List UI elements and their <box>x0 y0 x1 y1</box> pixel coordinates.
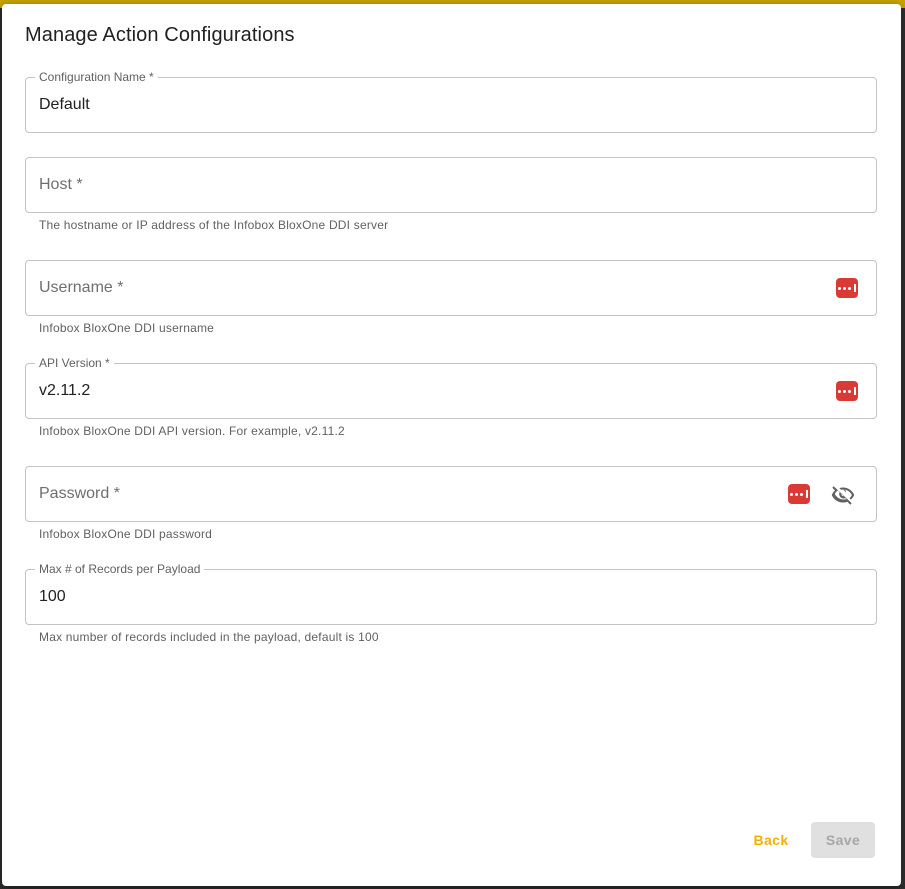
configuration-name-value[interactable]: Default <box>39 96 90 114</box>
manage-action-configurations-dialog: Manage Action Configurations Configurati… <box>2 4 901 886</box>
eye-off-icon[interactable] <box>831 483 855 507</box>
password-field[interactable]: Password * <box>25 466 877 522</box>
configuration-name-label: Configuration Name * <box>35 69 158 85</box>
backdrop-right-edge <box>901 8 905 889</box>
password-helper-text: Infobox BloxOne DDI password <box>39 527 213 541</box>
host-helper-text: The hostname or IP address of the Infobo… <box>39 218 389 232</box>
api-version-field[interactable]: API Version * v2.11.2 <box>25 355 877 419</box>
password-manager-icon[interactable] <box>836 278 858 298</box>
max-records-value[interactable]: 100 <box>39 588 66 606</box>
save-button[interactable]: Save <box>811 822 875 858</box>
username-placeholder: Username * <box>39 279 124 296</box>
configuration-name-field[interactable]: Configuration Name * Default <box>25 69 877 133</box>
host-field[interactable]: Host * <box>25 157 877 213</box>
max-records-field[interactable]: Max # of Records per Payload 100 <box>25 561 877 625</box>
password-manager-icon[interactable] <box>788 484 810 504</box>
api-version-value[interactable]: v2.11.2 <box>39 382 90 400</box>
host-placeholder: Host * <box>39 176 83 193</box>
api-version-helper-text: Infobox BloxOne DDI API version. For exa… <box>39 424 345 438</box>
password-placeholder: Password * <box>39 485 120 502</box>
back-button[interactable]: Back <box>741 822 801 858</box>
dialog-title: Manage Action Configurations <box>25 24 295 46</box>
username-field[interactable]: Username * <box>25 260 877 316</box>
password-manager-icon[interactable] <box>836 381 858 401</box>
max-records-helper-text: Max number of records included in the pa… <box>39 630 379 644</box>
username-helper-text: Infobox BloxOne DDI username <box>39 321 215 335</box>
max-records-label: Max # of Records per Payload <box>35 561 205 577</box>
api-version-label: API Version * <box>35 355 114 371</box>
